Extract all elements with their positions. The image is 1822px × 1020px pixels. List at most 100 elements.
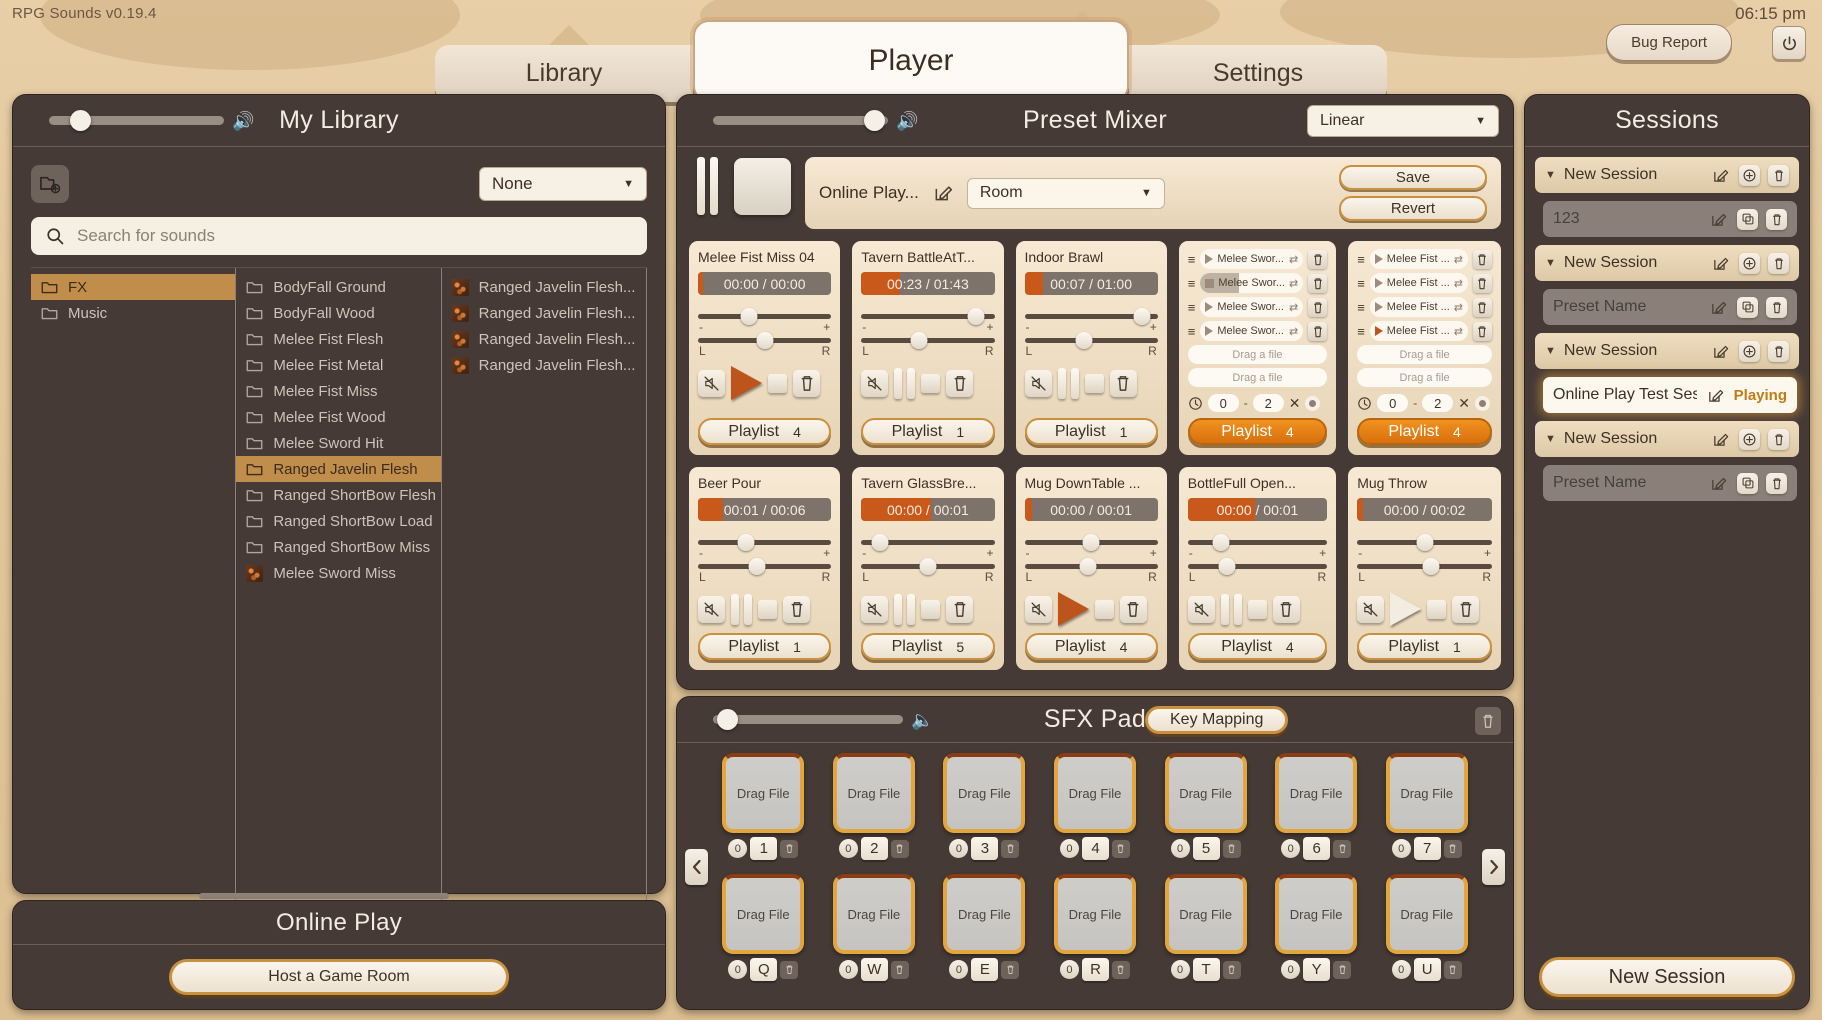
sfx-pad-button[interactable]: Drag File	[1275, 874, 1357, 954]
drag-file-slot[interactable]: Drag a file	[1188, 345, 1327, 364]
drag-file-slot[interactable]: Drag a file	[1188, 368, 1327, 387]
channel-volume-slider[interactable]: - +	[698, 307, 831, 329]
sfx-pad-key[interactable]: R	[1082, 958, 1109, 981]
library-horizontal-scrollbar[interactable]	[199, 893, 449, 899]
new-folder-button[interactable]	[31, 165, 69, 203]
duplicate-preset-icon[interactable]	[1737, 209, 1758, 230]
playlist-item-button[interactable]: Melee Swor... ⇄	[1200, 297, 1303, 317]
sfx-pad-count[interactable]: 0	[1392, 960, 1411, 979]
sfx-pad-button[interactable]: Drag File	[833, 874, 915, 954]
channel-progress-bar[interactable]: 00:00 / 00:01	[1025, 498, 1158, 521]
sfx-pad-key[interactable]: T	[1193, 958, 1220, 981]
library-item[interactable]: Ranged ShortBow Miss	[236, 534, 440, 560]
library-item[interactable]: Ranged Javelin Flesh...	[442, 352, 646, 378]
sfx-pad-button[interactable]: Drag File	[1386, 874, 1468, 954]
edit-preset-icon[interactable]	[1705, 385, 1726, 406]
sfx-pad-delete-button[interactable]	[891, 961, 909, 979]
delete-channel-button[interactable]	[783, 596, 810, 623]
sfx-pad-count[interactable]: 0	[1171, 960, 1190, 979]
delete-session-icon[interactable]	[1768, 429, 1789, 450]
channel-volume-slider[interactable]: - +	[861, 533, 994, 555]
add-preset-icon[interactable]	[1739, 253, 1760, 274]
channel-pan-slider[interactable]: L R	[1025, 331, 1158, 353]
channel-playlist-button[interactable]: Playlist 1	[1357, 633, 1492, 660]
channel-pan-slider[interactable]: L R	[1188, 557, 1327, 579]
pause-button[interactable]	[894, 594, 915, 625]
delete-session-icon[interactable]	[1768, 165, 1789, 186]
library-item[interactable]: FX	[31, 274, 235, 300]
delete-channel-button[interactable]	[1120, 596, 1147, 623]
session-row[interactable]: ▼ New Session	[1535, 157, 1799, 193]
channel-pan-slider[interactable]: L R	[861, 557, 994, 579]
playlist-item-button[interactable]: Melee Swor... ⇄	[1200, 321, 1303, 341]
loop-icon[interactable]: ⇄	[1454, 277, 1463, 290]
sfx-pad-button[interactable]: Drag File	[943, 753, 1025, 833]
sfx-pad-count[interactable]: 0	[728, 839, 747, 858]
mixer-mode-select[interactable]: Linear ▼	[1307, 105, 1499, 137]
delete-item-button[interactable]	[1473, 250, 1492, 269]
sfx-pad-key[interactable]: 1	[750, 837, 777, 860]
save-preset-button[interactable]: Save	[1339, 165, 1487, 190]
library-volume-track[interactable]	[49, 116, 224, 125]
add-preset-icon[interactable]	[1739, 429, 1760, 450]
record-toggle[interactable]	[1305, 396, 1320, 411]
chevron-down-icon[interactable]: ▼	[1545, 257, 1556, 269]
library-volume-slider[interactable]: 🔊	[49, 112, 254, 130]
master-pause-button[interactable]	[697, 157, 718, 215]
drag-handle-icon[interactable]: ≡	[1188, 328, 1196, 335]
edit-session-icon[interactable]	[1710, 253, 1731, 274]
session-preset-row[interactable]: Online Play Test Sesh Playing	[1543, 377, 1797, 413]
channel-playlist-button[interactable]: Playlist 4	[1025, 633, 1158, 660]
edit-preset-icon[interactable]	[1708, 297, 1729, 318]
sfx-pad-delete-button[interactable]	[891, 840, 909, 858]
sfx-pad-delete-button[interactable]	[780, 840, 798, 858]
channel-pan-slider[interactable]: L R	[861, 331, 994, 353]
library-column-categories[interactable]: FXMusic	[31, 268, 236, 903]
sfx-prev-page-button[interactable]	[685, 849, 708, 885]
playlist-item-button[interactable]: Melee Swor... ⇄	[1200, 273, 1303, 293]
sfx-pad-count[interactable]: 0	[949, 960, 968, 979]
delete-preset-icon[interactable]	[1766, 473, 1787, 494]
mute-button[interactable]	[861, 370, 888, 397]
pause-button[interactable]	[731, 594, 752, 625]
channel-playlist-button[interactable]: Playlist 1	[1025, 418, 1158, 445]
library-item[interactable]: Ranged ShortBow Flesh	[236, 482, 440, 508]
playlist-item-button[interactable]: Melee Fist ... ⇄	[1370, 249, 1468, 269]
sfx-clear-all-button[interactable]	[1475, 707, 1501, 735]
edit-session-icon[interactable]	[1710, 341, 1731, 362]
interval-max-input[interactable]: 2	[1422, 394, 1453, 412]
channel-progress-bar[interactable]: 00:00 / 00:00	[698, 272, 831, 295]
mute-button[interactable]	[1188, 596, 1215, 623]
stop-button[interactable]	[768, 374, 787, 393]
sfx-pad-count[interactable]: 0	[1171, 839, 1190, 858]
delete-item-button[interactable]	[1308, 274, 1327, 293]
delete-channel-button[interactable]	[1273, 596, 1300, 623]
sfx-pad-delete-button[interactable]	[1333, 840, 1351, 858]
sfx-pad-key[interactable]: 7	[1414, 837, 1441, 860]
channel-pan-slider[interactable]: L R	[698, 331, 831, 353]
stop-button[interactable]	[1085, 374, 1104, 393]
loop-icon[interactable]: ⇄	[1289, 325, 1298, 338]
library-item[interactable]: BodyFall Ground	[236, 274, 440, 300]
tab-player[interactable]: Player	[693, 20, 1129, 102]
delete-channel-button[interactable]	[1452, 596, 1479, 623]
sfx-pad-delete-button[interactable]	[1444, 840, 1462, 858]
chevron-down-icon[interactable]: ▼	[1545, 345, 1556, 357]
library-filter-select[interactable]: None ▼	[479, 167, 647, 201]
sfx-pad-count[interactable]: 0	[1392, 839, 1411, 858]
master-stop-button[interactable]	[734, 158, 791, 215]
delete-preset-icon[interactable]	[1766, 209, 1787, 230]
library-item[interactable]: Melee Sword Hit	[236, 430, 440, 456]
loop-icon[interactable]: ⇄	[1454, 301, 1463, 314]
library-item[interactable]: Ranged Javelin Flesh	[236, 456, 440, 482]
library-item[interactable]: BodyFall Wood	[236, 300, 440, 326]
playlist-item-button[interactable]: Melee Fist ... ⇄	[1370, 273, 1468, 293]
pause-button[interactable]	[1058, 368, 1079, 399]
library-column-folders[interactable]: BodyFall GroundBodyFall WoodMelee Fist F…	[236, 268, 441, 903]
channel-pan-slider[interactable]: L R	[698, 557, 831, 579]
channel-volume-slider[interactable]: - +	[1025, 533, 1158, 555]
sfx-pad-button[interactable]: Drag File	[1386, 753, 1468, 833]
library-item[interactable]: Ranged Javelin Flesh...	[442, 274, 646, 300]
mute-button[interactable]	[861, 596, 888, 623]
sfx-pad-delete-button[interactable]	[1112, 840, 1130, 858]
